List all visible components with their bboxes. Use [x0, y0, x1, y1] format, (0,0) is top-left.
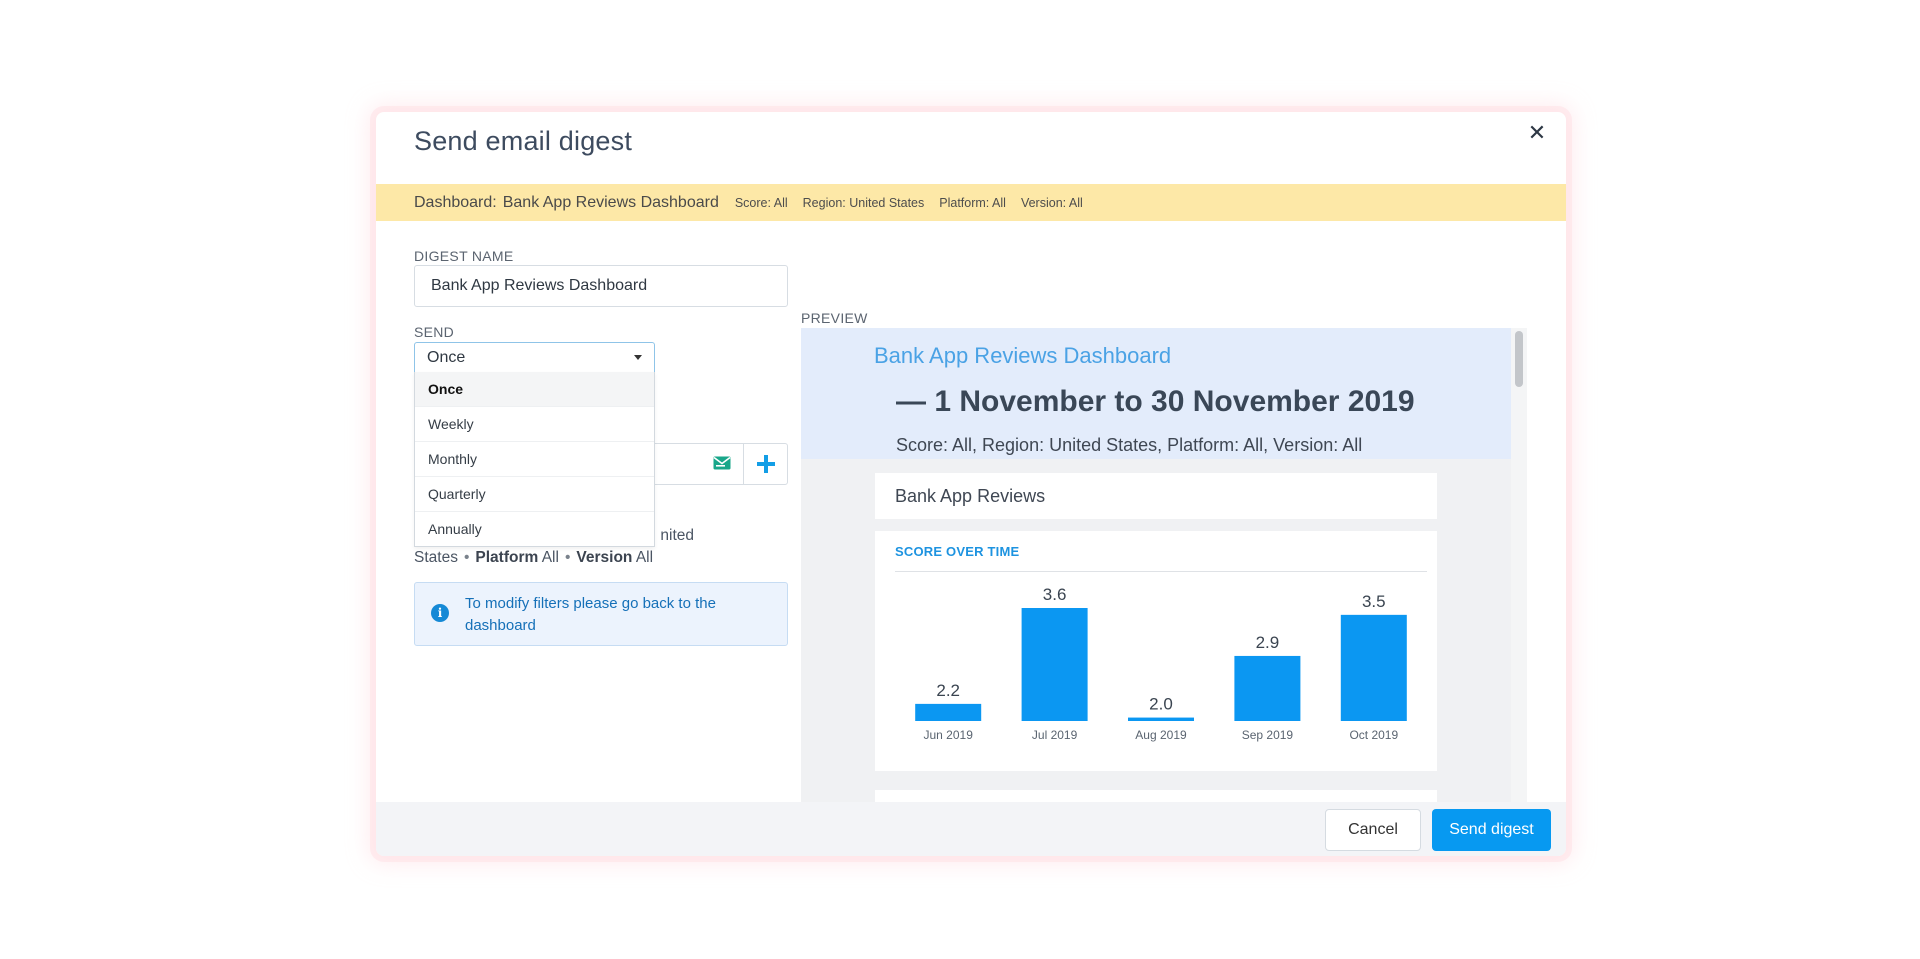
add-recipient-button[interactable] [744, 444, 788, 484]
banner-chip-version: Version: All [1020, 195, 1083, 210]
info-icon: i [431, 604, 449, 622]
option-once[interactable]: Once [415, 372, 654, 406]
digest-name-label: DIGEST NAME [414, 248, 514, 264]
chart-value-label: 2.9 [1256, 633, 1280, 652]
modal-title: Send email digest [414, 126, 633, 156]
filters-line2: States • Platform All • Version All [414, 549, 654, 566]
chart-value-label: 2.2 [936, 681, 960, 700]
send-selected-value: Once [427, 348, 466, 366]
info-text: To modify filters please go back to the … [465, 595, 716, 634]
preview-card-title: Bank App Reviews [875, 473, 1437, 519]
send-label: SEND [414, 324, 455, 340]
chart-bar-jul-2019 [1021, 608, 1088, 721]
chart-value-label: 3.5 [1362, 592, 1386, 611]
info-box: i To modify filters please go back to th… [414, 582, 788, 646]
cancel-button[interactable]: Cancel [1325, 809, 1421, 851]
option-monthly[interactable]: Monthly [415, 441, 654, 476]
email-icon[interactable] [713, 456, 731, 470]
chart-x-tick-label: Jun 2019 [924, 728, 974, 742]
send-digest-button[interactable]: Send digest [1432, 809, 1551, 851]
chart-bar-sep-2019 [1234, 655, 1301, 721]
banner-chip-score: Score: All [734, 195, 788, 210]
preview-header: Bank App Reviews Dashboard — 1 November … [801, 328, 1511, 459]
plus-icon [757, 455, 775, 473]
chart-card: SCORE OVER TIME 2.2 Jun 2019 3.6 Jul 2019 2.… [875, 531, 1437, 771]
send-frequency-dropdown: Once Weekly Monthly Quarterly Annually [414, 372, 655, 547]
banner-chip-platform: Platform: All [939, 195, 1006, 210]
chart-x-tick-label: Aug 2019 [1135, 728, 1187, 742]
chart-bar-aug-2019 [1128, 717, 1194, 721]
send-frequency-select[interactable]: Once [414, 342, 655, 372]
chart-bar-oct-2019 [1340, 614, 1407, 721]
filter-banner: Dashboard: Bank App Reviews Dashboard Sc… [376, 184, 1566, 221]
preview-filters: Score: All, Region: United States, Platf… [896, 435, 1363, 455]
chart-value-label: 2.0 [1149, 695, 1173, 714]
digest-name-input[interactable] [414, 265, 788, 307]
banner-dashboard-label: Dashboard: [414, 193, 497, 211]
preview-date-range: — 1 November to 30 November 2019 [896, 385, 1415, 418]
chart-x-tick-label: Sep 2019 [1242, 728, 1294, 742]
banner-chip-region: Region: United States [802, 195, 925, 210]
send-digest-modal: Send email digest ✕ Dashboard: Bank App … [376, 112, 1566, 856]
close-icon[interactable]: ✕ [1526, 122, 1548, 144]
chart-bar-jun-2019 [915, 703, 982, 721]
option-quarterly[interactable]: Quarterly [415, 476, 654, 511]
option-annually[interactable]: Annually [415, 511, 654, 546]
score-chart: 2.2 Jun 2019 3.6 Jul 2019 2.0 Aug 2019 2.9 Sep … [915, 585, 1407, 742]
chart-x-tick-label: Oct 2019 [1349, 728, 1398, 742]
chart-value-label: 3.6 [1043, 585, 1067, 604]
preview-scroll-thumb[interactable] [1515, 331, 1523, 387]
preview-scrollbar[interactable] [1511, 328, 1527, 824]
preview-frame: Bank App Reviews Dashboard — 1 November … [801, 328, 1527, 824]
option-weekly[interactable]: Weekly [415, 406, 654, 441]
caret-down-icon [634, 355, 642, 360]
chart-x-tick-label: Jul 2019 [1032, 728, 1078, 742]
preview-label: PREVIEW [801, 310, 868, 326]
preview-dashboard-name: Bank App Reviews Dashboard [874, 343, 1172, 368]
banner-dashboard-name: Bank App Reviews Dashboard [502, 193, 719, 211]
